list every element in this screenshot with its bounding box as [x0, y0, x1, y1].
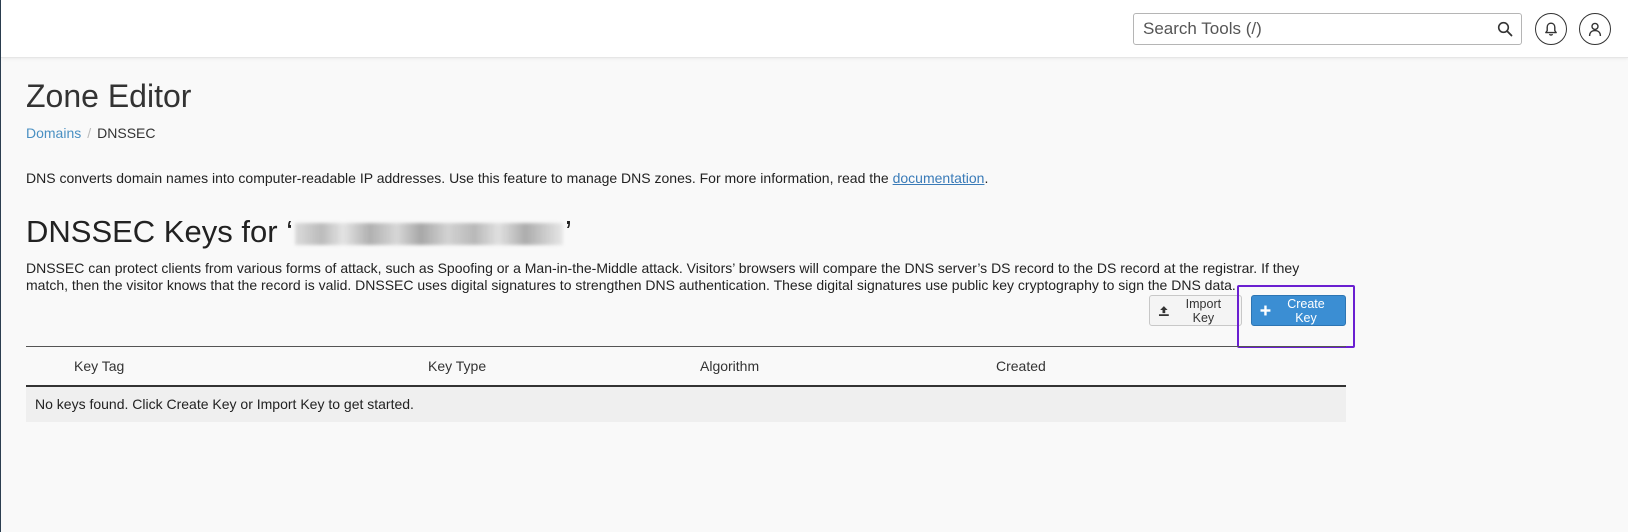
empty-table-message: No keys found. Click Create Key or Impor…: [26, 385, 1346, 422]
create-key-label: Create Key: [1287, 296, 1325, 325]
bell-icon: [1545, 22, 1557, 36]
breadcrumb: Domains / DNSSEC: [26, 125, 156, 141]
column-header-created[interactable]: Created: [996, 346, 1346, 387]
breadcrumb-separator: /: [87, 125, 92, 141]
table-header-row: Key Tag Key Type Algorithm Created: [26, 346, 1346, 387]
search-icon[interactable]: [1497, 21, 1513, 37]
column-header-algorithm[interactable]: Algorithm: [700, 346, 996, 387]
create-key-button[interactable]: Create Key: [1251, 295, 1346, 326]
section-title-prefix: DNSSEC Keys for ‘: [26, 214, 294, 249]
page-title: Zone Editor: [26, 78, 192, 114]
intro-end: .: [984, 170, 989, 186]
user-menu-button[interactable]: [1579, 13, 1611, 45]
search-input[interactable]: [1134, 14, 1474, 44]
breadcrumb-current: DNSSEC: [97, 125, 156, 141]
plus-icon: [1260, 305, 1271, 316]
import-key-button[interactable]: Import Key: [1149, 295, 1242, 326]
column-header-key-tag[interactable]: Key Tag: [74, 346, 428, 387]
table-row: No keys found. Click Create Key or Impor…: [26, 385, 1346, 422]
user-icon: [1588, 22, 1602, 36]
section-description: DNSSEC can protect clients from various …: [26, 260, 1300, 293]
import-key-label: Import Key: [1185, 296, 1222, 325]
section-title: DNSSEC Keys for ‘ ’: [26, 214, 572, 250]
dnssec-keys-table: Key Tag Key Type Algorithm Created No ke…: [26, 346, 1346, 422]
top-bar: [1, 0, 1628, 58]
intro-text: DNS converts domain names into computer-…: [26, 170, 988, 186]
section-title-suffix: ’: [565, 214, 572, 249]
redacted-domain: [295, 222, 564, 245]
column-header-key-type[interactable]: Key Type: [428, 346, 700, 387]
search-box[interactable]: [1133, 13, 1522, 45]
documentation-link[interactable]: documentation: [893, 170, 985, 186]
select-column-header: [26, 346, 74, 387]
app-frame: Zone Editor Domains / DNSSEC DNS converts …: [0, 0, 1628, 532]
upload-icon: [1158, 305, 1169, 316]
breadcrumb-link-domains[interactable]: Domains: [26, 125, 81, 141]
intro-body: DNS converts domain names into computer-…: [26, 170, 893, 186]
notifications-button[interactable]: [1535, 13, 1567, 45]
